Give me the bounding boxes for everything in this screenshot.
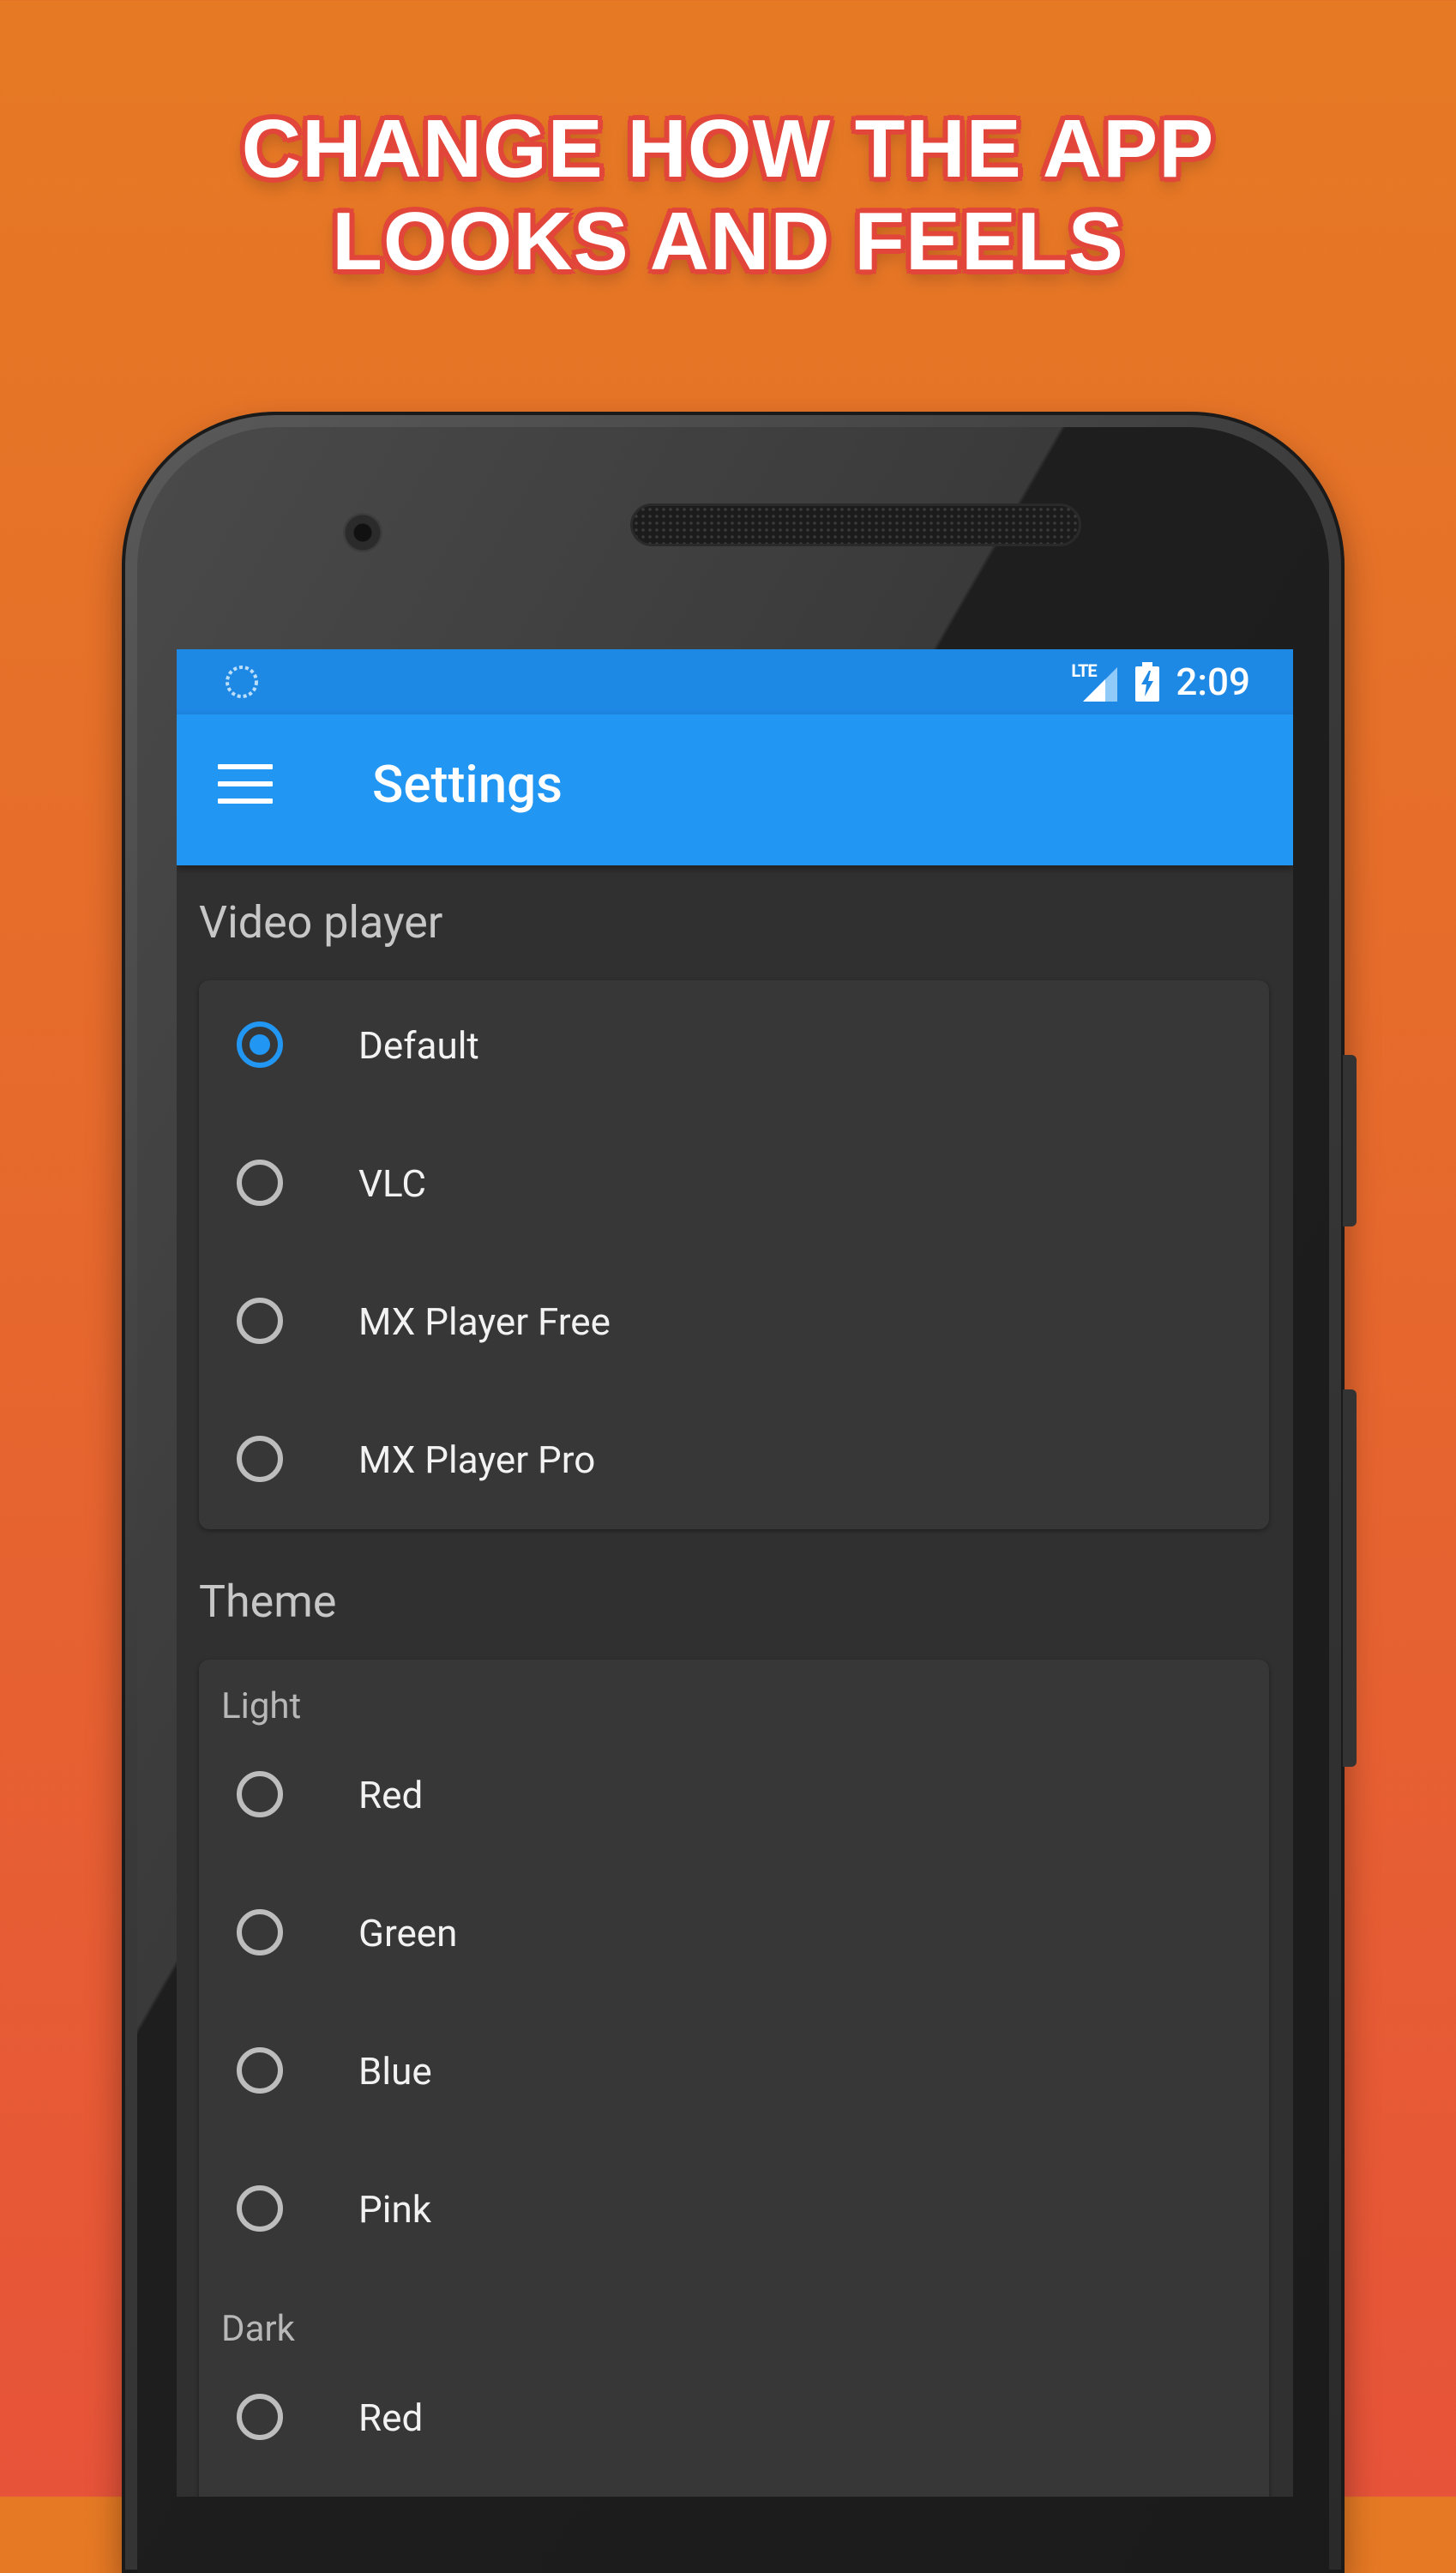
option-label: Blue (358, 2049, 432, 2094)
subheader-light: Light (199, 1660, 1269, 1730)
theme-card: Light Red Green Blue Pink Dark Red (199, 1660, 1269, 2497)
sync-spinner-icon (226, 666, 258, 698)
status-icons: LTE 2:09 (1071, 649, 1250, 714)
power-button (1343, 1055, 1357, 1226)
radio-option-light-pink[interactable]: Pink (199, 2144, 1269, 2282)
page-title: Settings (372, 754, 563, 815)
section-title-theme: Theme (199, 1576, 337, 1628)
radio-option-light-red[interactable]: Red (199, 1730, 1269, 1868)
option-label: Red (358, 2395, 424, 2440)
earpiece-speaker (633, 506, 1079, 544)
promo-headline: CHANGE HOW THE APP LOOKS AND FEELS (0, 103, 1456, 288)
radio-button[interactable] (237, 2394, 283, 2440)
video-player-card: Default VLC MX Player Free MX Player Pro (199, 980, 1269, 1529)
subheader-dark: Dark (199, 2282, 1269, 2353)
subheader-label: Light (221, 1685, 302, 1727)
radio-button[interactable] (237, 1436, 283, 1482)
status-clock: 2:09 (1176, 660, 1250, 704)
option-label: VLC (358, 1161, 426, 1206)
section-title-video-player: Video player (199, 896, 443, 949)
app-toolbar: Settings (177, 714, 1293, 865)
option-label: Green (358, 1911, 458, 1955)
battery-charging-icon (1135, 662, 1160, 702)
front-camera-icon (343, 513, 382, 552)
subheader-label: Dark (221, 2308, 295, 2350)
option-label: MX Player Free (358, 1299, 611, 1344)
promo-headline-line2: LOOKS AND FEELS (332, 196, 1124, 287)
radio-option-light-green[interactable]: Green (199, 1868, 1269, 2006)
radio-button[interactable] (237, 2185, 283, 2232)
volume-button (1343, 1389, 1357, 1767)
radio-option-mx-player-free[interactable]: MX Player Free (199, 1256, 1269, 1395)
app-screen: LTE 2:09 Settings Video player Default V… (177, 649, 1293, 2497)
option-label: Default (358, 1023, 479, 1068)
radio-button[interactable] (237, 1909, 283, 1955)
radio-option-light-blue[interactable]: Blue (199, 2006, 1269, 2144)
option-label: Red (358, 1773, 424, 1817)
radio-button[interactable] (237, 1160, 283, 1206)
option-label: Pink (358, 2187, 432, 2232)
status-bar: LTE 2:09 (177, 649, 1293, 714)
radio-option-vlc[interactable]: VLC (199, 1118, 1269, 1256)
radio-button[interactable] (237, 2047, 283, 2094)
radio-button[interactable] (237, 1771, 283, 1817)
promo-headline-line1: CHANGE HOW THE APP (241, 103, 1215, 195)
hamburger-menu-icon[interactable] (218, 764, 273, 816)
radio-option-dark-red[interactable]: Red (199, 2353, 1269, 2491)
radio-button-checked[interactable] (237, 1021, 283, 1068)
radio-button[interactable] (237, 1298, 283, 1344)
lte-signal-icon: LTE (1071, 660, 1119, 703)
option-label: MX Player Pro (358, 1437, 596, 1482)
radio-option-mx-player-pro[interactable]: MX Player Pro (199, 1395, 1269, 1533)
radio-option-default[interactable]: Default (199, 980, 1269, 1118)
